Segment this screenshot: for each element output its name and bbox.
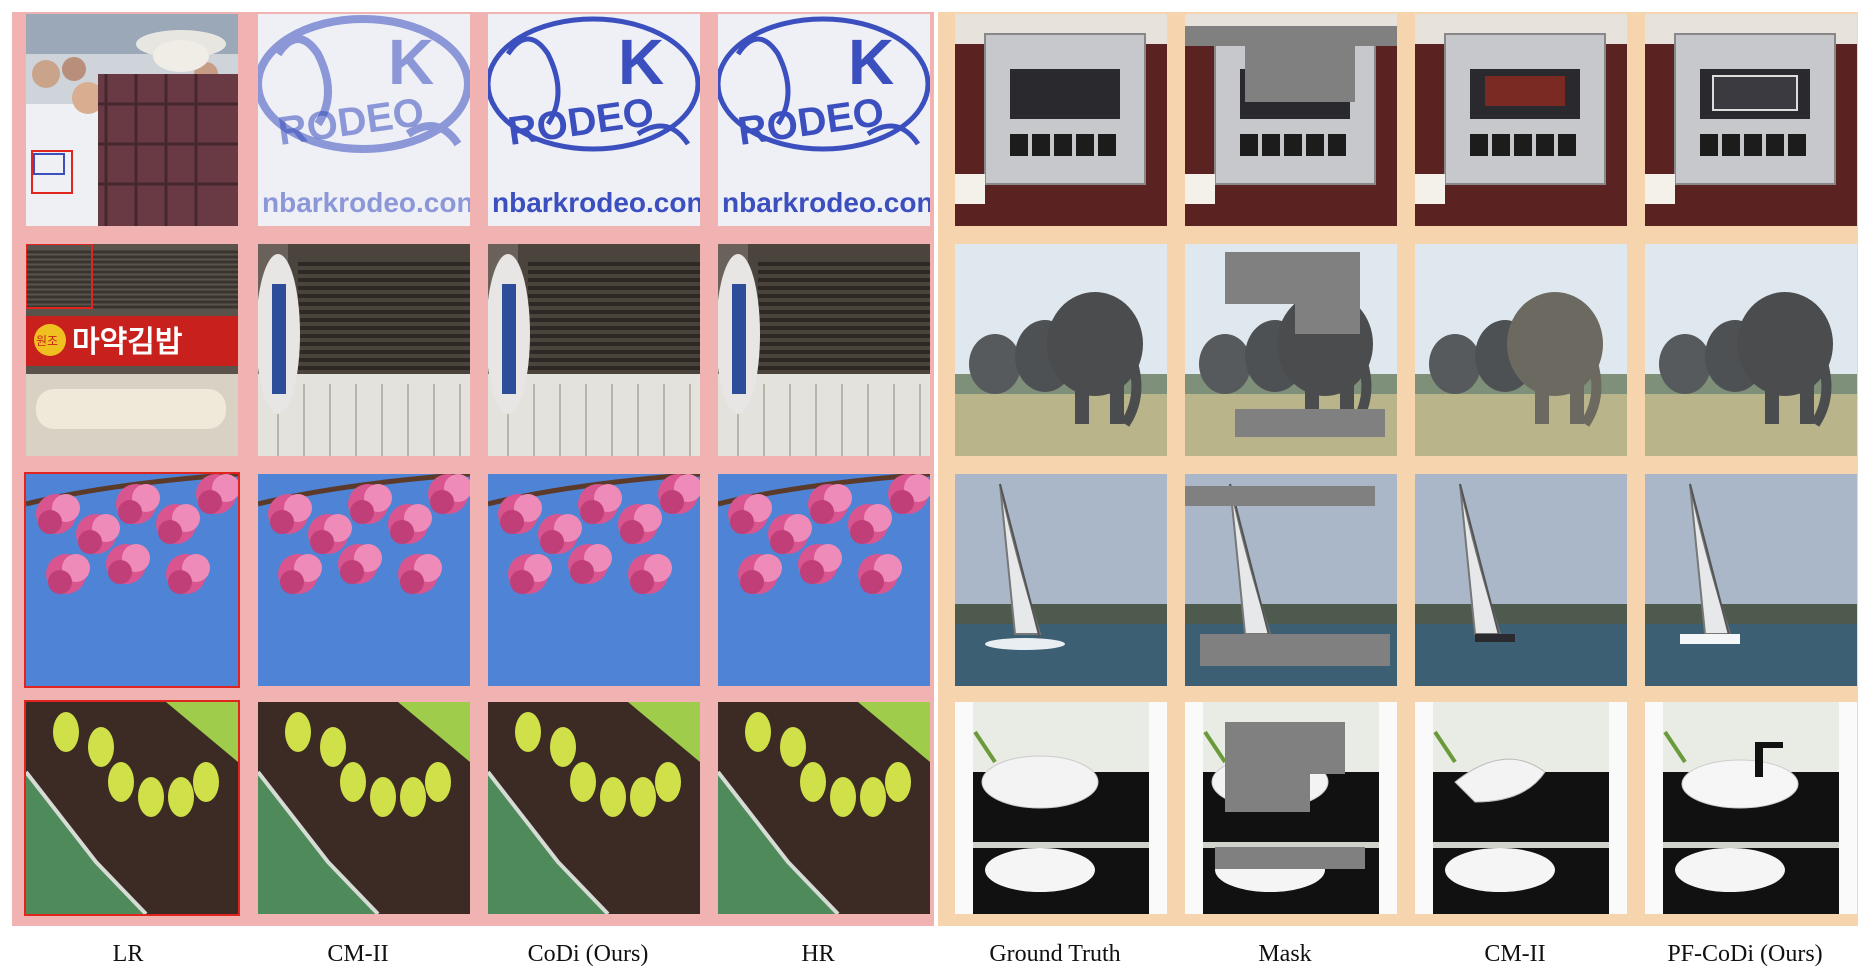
column-label-mask: Mask <box>1258 941 1312 967</box>
column-label-lr: LR <box>112 941 144 967</box>
image-svg <box>718 244 930 456</box>
image-elephants-mask <box>1185 244 1397 456</box>
column-label-cm-ii-sr: CM-II <box>327 941 389 967</box>
image-svg <box>26 14 238 226</box>
image-svg <box>955 244 1167 456</box>
image-svg <box>1415 14 1627 226</box>
image-svg <box>488 702 700 914</box>
image-svg <box>718 474 930 686</box>
image-svg <box>258 702 470 914</box>
image-svg <box>26 474 238 686</box>
image-butterfly-wing-cm-ii <box>258 702 470 914</box>
image-svg <box>258 474 470 686</box>
image-svg <box>1415 474 1627 686</box>
image-butterfly-wing-lr <box>24 700 240 916</box>
column-label-ground-truth: Ground Truth <box>989 941 1121 967</box>
image-svg <box>258 244 470 456</box>
image-bathroom-sink-ground-truth <box>955 702 1167 914</box>
sign-main-text: 마약김밥 <box>72 325 183 360</box>
image-svg: K RODEO nbarkrodeo.con <box>718 14 930 226</box>
image-svg <box>718 702 930 914</box>
image-svg <box>1645 474 1857 686</box>
image-butterfly-wing-hr <box>718 702 930 914</box>
image-svg <box>1645 244 1857 456</box>
image-svg <box>1645 702 1857 914</box>
image-rodeo-shirt-logo-cm-ii: K RODEO nbarkrodeo.con <box>258 14 470 226</box>
image-cassette-player-pf-codi <box>1645 14 1857 226</box>
image-sailboat-pf-codi <box>1645 474 1857 686</box>
column-label-cm-ii-inpaint: CM-II <box>1484 941 1546 967</box>
callout-url-text: nbarkrodeo.con <box>262 187 470 218</box>
image-svg: K RODEO nbarkrodeo.con <box>488 14 700 226</box>
image-svg <box>488 474 700 686</box>
image-storefront-vent-hr <box>718 244 930 456</box>
sign-small-text: 원조 <box>36 334 58 348</box>
image-svg <box>955 702 1167 914</box>
image-rodeo-shirt-logo-codi: K RODEO nbarkrodeo.con <box>488 14 700 226</box>
image-svg <box>488 244 700 456</box>
image-sailboat-mask <box>1185 474 1397 686</box>
image-svg <box>955 14 1167 226</box>
image-rodeo-shirt-logo-lr <box>26 14 238 226</box>
image-svg <box>1645 14 1857 226</box>
image-svg <box>1185 702 1397 914</box>
callout-url-text: nbarkrodeo.con <box>722 187 930 218</box>
callout-letter: K <box>848 26 894 98</box>
image-elephants-pf-codi <box>1645 244 1857 456</box>
image-sailboat-ground-truth <box>955 474 1167 686</box>
image-elephants-cm-ii <box>1415 244 1627 456</box>
image-bathroom-sink-pf-codi <box>1645 702 1857 914</box>
image-cherry-blossoms-cm-ii <box>258 474 470 686</box>
column-label-pf-codi: PF-CoDi (Ours) <box>1667 941 1823 967</box>
image-bathroom-sink-cm-ii <box>1415 702 1627 914</box>
image-bathroom-sink-mask <box>1185 702 1397 914</box>
image-svg <box>1185 474 1397 686</box>
image-cassette-player-cm-ii <box>1415 14 1627 226</box>
image-svg: K RODEO nbarkrodeo.con <box>258 14 470 226</box>
image-storefront-vent-lr: 원조 마약김밥 <box>26 244 238 456</box>
image-butterfly-wing-codi <box>488 702 700 914</box>
image-svg <box>26 702 238 914</box>
image-cassette-player-ground-truth <box>955 14 1167 226</box>
image-svg <box>1415 702 1627 914</box>
image-sailboat-cm-ii <box>1415 474 1627 686</box>
image-cherry-blossoms-hr <box>718 474 930 686</box>
image-elephants-ground-truth <box>955 244 1167 456</box>
image-svg: 원조 마약김밥 <box>26 244 238 456</box>
image-storefront-vent-codi <box>488 244 700 456</box>
image-storefront-vent-cm-ii <box>258 244 470 456</box>
column-label-hr: HR <box>801 941 835 967</box>
callout-url-text: nbarkrodeo.con <box>492 187 700 218</box>
image-cassette-player-mask <box>1185 14 1397 226</box>
column-label-codi: CoDi (Ours) <box>527 941 649 967</box>
image-svg <box>1415 244 1627 456</box>
image-rodeo-shirt-logo-hr: K RODEO nbarkrodeo.con <box>718 14 930 226</box>
callout-letter: K <box>388 26 434 98</box>
image-cherry-blossoms-lr <box>24 472 240 688</box>
image-svg <box>955 474 1167 686</box>
image-svg <box>1185 244 1397 456</box>
image-svg <box>1185 14 1397 226</box>
image-cherry-blossoms-codi <box>488 474 700 686</box>
callout-letter: K <box>618 26 664 98</box>
